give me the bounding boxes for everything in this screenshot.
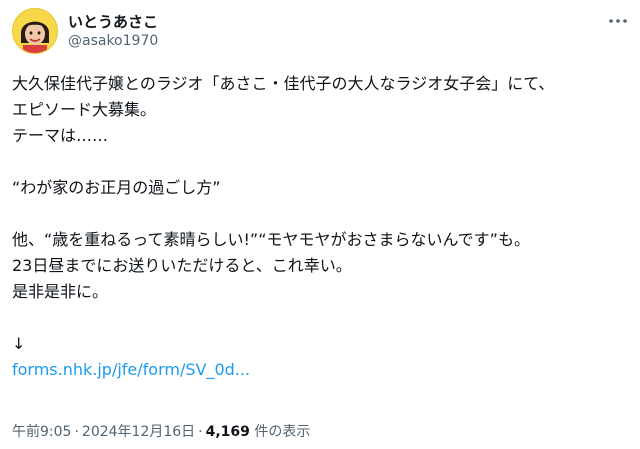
tweet: いとうあさこ @asako1970 大久保佳代子嬢とのラジオ「あさこ・佳代子の大… — [0, 0, 640, 449]
tweet-meta: 午前9:05 · 2024年12月16日 · 4,169 件の表示 — [12, 421, 310, 441]
avatar[interactable] — [12, 8, 58, 54]
tweet-text-line: 23日昼までにお送りいただけると、これ幸い。 — [12, 256, 352, 275]
down-arrow-text: ↓ — [12, 334, 26, 353]
author-name[interactable]: いとうあさこ — [68, 11, 158, 32]
post-date[interactable]: 2024年12月16日 — [82, 424, 195, 440]
tweet-text-line: 大久保佳代子嬢とのラジオ「あさこ・佳代子の大人なラジオ女子会」にて、 — [12, 74, 555, 93]
views-label: 件の表示 — [254, 424, 311, 440]
avatar-image — [13, 9, 57, 53]
more-horizontal-icon[interactable] — [604, 10, 632, 32]
tweet-text: 大久保佳代子嬢とのラジオ「あさこ・佳代子の大人なラジオ女子会」にて、 エピソード… — [12, 71, 624, 383]
author-handle[interactable]: @asako1970 — [68, 33, 158, 49]
form-link[interactable]: forms.nhk.jp/jfe/form/SV_0d... — [12, 357, 624, 383]
views-count: 4,169 — [205, 424, 250, 440]
tweet-text-line: “わが家のお正月の過ごし方” — [12, 178, 221, 197]
tweet-text-line: 是非是非に。 — [12, 282, 109, 301]
post-time[interactable]: 午前9:05 — [12, 424, 71, 440]
meta-separator: · — [198, 424, 203, 440]
tweet-text-line: 他、“歳を重ねるって素晴らしい!”“モヤモヤがおさまらないんです”も。 — [12, 230, 530, 249]
tweet-text-line: テーマは…… — [12, 126, 109, 145]
tweet-text-line: エピソード大募集。 — [12, 100, 157, 119]
meta-separator: · — [74, 424, 79, 440]
